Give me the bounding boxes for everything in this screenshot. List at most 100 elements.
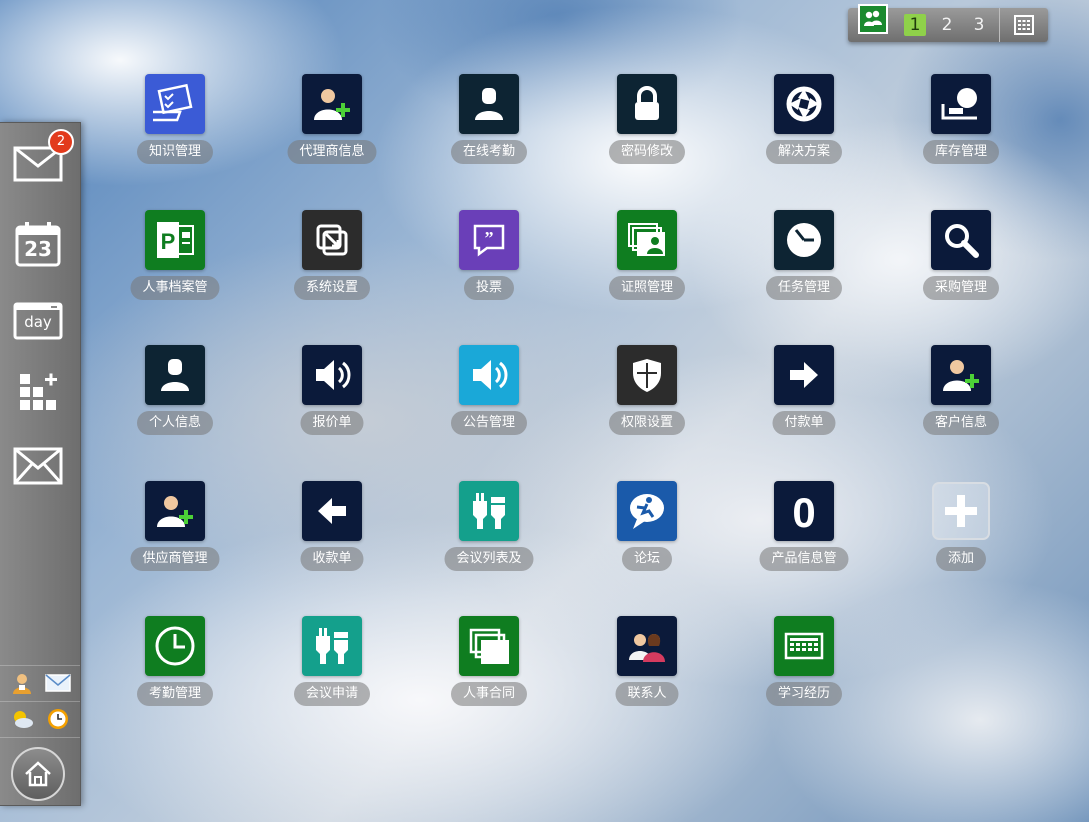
user-add-icon[interactable]: [145, 481, 205, 541]
clock-icon[interactable]: [145, 616, 205, 676]
app-launcher[interactable]: 个人信息: [115, 345, 235, 445]
forum-icon[interactable]: [617, 481, 677, 541]
app-label: 公告管理: [450, 411, 528, 435]
speaker-icon[interactable]: [302, 345, 362, 405]
home-icon[interactable]: [11, 747, 65, 801]
page-switcher: 1 2 3: [848, 4, 1048, 42]
app-label: 收款单: [300, 547, 364, 571]
app-label: 系统设置: [293, 276, 371, 300]
calendar-icon[interactable]: 23: [10, 219, 66, 269]
app-launcher[interactable]: 考勤管理: [115, 616, 235, 716]
page-1-button[interactable]: 1: [904, 14, 926, 36]
app-launcher[interactable]: 学习经历: [744, 616, 864, 716]
aperture-icon[interactable]: [774, 74, 834, 134]
app-launcher[interactable]: 采购管理: [901, 210, 1021, 310]
app-label: 在线考勤: [450, 140, 528, 164]
app-label: 权限设置: [608, 411, 686, 435]
people-group-icon[interactable]: [858, 4, 888, 34]
app-launcher[interactable]: 在线考勤: [429, 74, 549, 174]
windows-stack-icon[interactable]: [459, 616, 519, 676]
app-launcher[interactable]: 会议申请: [272, 616, 392, 716]
app-launcher[interactable]: 库存管理: [901, 74, 1021, 174]
app-label: 论坛: [621, 547, 673, 571]
app-launcher[interactable]: 权限设置: [587, 345, 707, 445]
app-launcher[interactable]: 会议列表及: [429, 481, 549, 581]
dock-divider: [0, 737, 80, 738]
app-launcher[interactable]: 知识管理: [115, 74, 235, 174]
app-launcher[interactable]: 代理商信息: [272, 74, 392, 174]
app-label: 会议列表及: [444, 547, 534, 571]
app-label: 供应商管理: [130, 547, 220, 571]
page-2-button[interactable]: 2: [936, 14, 958, 36]
app-label: 库存管理: [922, 140, 1000, 164]
knowledge-icon[interactable]: [145, 74, 205, 134]
app-launcher[interactable]: 证照管理: [587, 210, 707, 310]
page-3-button[interactable]: 3: [968, 14, 990, 36]
grid-icon[interactable]: [999, 8, 1048, 42]
app-launcher[interactable]: P 人事档案管: [115, 210, 235, 310]
app-launcher[interactable]: 解决方案: [744, 74, 864, 174]
arrow-left-icon[interactable]: [302, 481, 362, 541]
dock-divider: [0, 665, 80, 666]
app-launcher[interactable]: 客户信息: [901, 345, 1021, 445]
app-label: 采购管理: [922, 276, 1000, 300]
clock-task-icon[interactable]: [774, 210, 834, 270]
app-label: 投票: [463, 276, 515, 300]
calendar-day-text: 23: [24, 237, 52, 261]
app-launcher[interactable]: 密码修改: [587, 74, 707, 174]
app-label: 知识管理: [136, 140, 214, 164]
user-add-icon[interactable]: [931, 345, 991, 405]
svg-text:P: P: [161, 229, 176, 254]
arrows-icon[interactable]: [302, 210, 362, 270]
app-label: 会议申请: [293, 682, 371, 706]
shield-icon[interactable]: [617, 345, 677, 405]
publisher-icon[interactable]: P: [145, 210, 205, 270]
app-label: 产品信息管: [759, 547, 849, 571]
agent-add-icon[interactable]: [302, 74, 362, 134]
plug-icon[interactable]: [302, 616, 362, 676]
app-launcher[interactable]: ” 投票: [429, 210, 549, 310]
plug-icon[interactable]: [459, 481, 519, 541]
inventory-icon[interactable]: [931, 74, 991, 134]
app-launcher[interactable]: 0 产品信息管: [744, 481, 864, 581]
app-launcher[interactable]: 付款单: [744, 345, 864, 445]
app-launcher[interactable]: 添加: [901, 481, 1021, 581]
app-launcher[interactable]: 任务管理: [744, 210, 864, 310]
app-launcher[interactable]: 报价单: [272, 345, 392, 445]
speaker-icon[interactable]: [459, 345, 519, 405]
mail-icon[interactable]: 2: [10, 129, 74, 189]
add-icon[interactable]: [931, 481, 991, 541]
weather-icon[interactable]: [9, 707, 35, 731]
app-label: 联系人: [615, 682, 679, 706]
day-view-icon[interactable]: day: [10, 295, 66, 345]
app-launcher[interactable]: 系统设置: [272, 210, 392, 310]
day-label: day: [24, 313, 52, 331]
keyboard-icon[interactable]: [774, 616, 834, 676]
app-label: 人事合同: [450, 682, 528, 706]
app-label: 证照管理: [608, 276, 686, 300]
app-launcher[interactable]: 联系人: [587, 616, 707, 716]
app-launcher[interactable]: 公告管理: [429, 345, 549, 445]
certificate-icon[interactable]: [617, 210, 677, 270]
person-icon[interactable]: [459, 74, 519, 134]
user-service-icon[interactable]: [9, 671, 35, 695]
app-label: 代理商信息: [287, 140, 377, 164]
arrow-right-icon[interactable]: [774, 345, 834, 405]
zero-icon[interactable]: 0: [774, 481, 834, 541]
app-launcher[interactable]: 收款单: [272, 481, 392, 581]
add-widget-icon[interactable]: [10, 367, 66, 417]
app-launcher[interactable]: 人事合同: [429, 616, 549, 716]
contacts-icon[interactable]: [617, 616, 677, 676]
search-icon[interactable]: [931, 210, 991, 270]
mini-mail-icon[interactable]: [45, 671, 71, 695]
app-launcher[interactable]: 供应商管理: [115, 481, 235, 581]
app-label: 报价单: [300, 411, 364, 435]
app-label: 客户信息: [922, 411, 1000, 435]
app-launcher[interactable]: 论坛: [587, 481, 707, 581]
app-label: 密码修改: [608, 140, 686, 164]
clock-icon[interactable]: [45, 707, 71, 731]
lock-icon[interactable]: [617, 74, 677, 134]
quote-bubble-icon[interactable]: ”: [459, 210, 519, 270]
envelope-icon[interactable]: [10, 441, 66, 491]
person-icon[interactable]: [145, 345, 205, 405]
